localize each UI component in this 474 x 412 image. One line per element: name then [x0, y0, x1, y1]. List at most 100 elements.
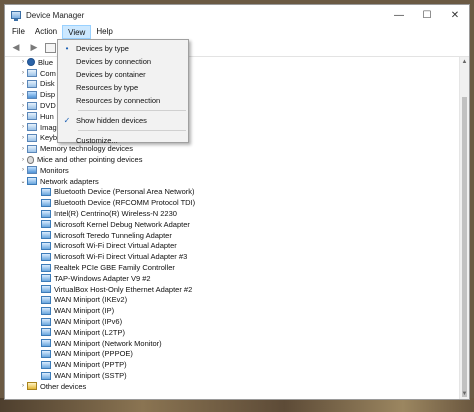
expand-chevron-icon[interactable]: ›: [19, 135, 27, 141]
view-menu-item[interactable]: Customize...: [58, 134, 188, 147]
device-manager-icon: [11, 11, 21, 21]
menu-view[interactable]: View: [62, 25, 92, 39]
menu-help[interactable]: Help: [91, 25, 117, 39]
monitor-icon: [27, 166, 37, 175]
network-adapter-icon: [41, 187, 51, 196]
network-adapter-icon: [41, 274, 51, 283]
expand-chevron-icon[interactable]: ›: [19, 92, 27, 98]
back-arrow-icon[interactable]: ◀: [9, 42, 23, 54]
tree-category-label: Imag: [40, 122, 57, 132]
network-adapter-item[interactable]: WAN Miniport (SSTP): [5, 370, 459, 381]
forward-arrow-icon[interactable]: ▶: [27, 42, 41, 54]
expand-chevron-icon[interactable]: ›: [19, 59, 27, 65]
network-adapter-item[interactable]: WAN Miniport (IP): [5, 305, 459, 316]
network-adapter-icon: [41, 328, 51, 337]
title-bar[interactable]: Device Manager — ☐ ✕: [5, 5, 469, 25]
network-adapter-label: Microsoft Wi-Fi Direct Virtual Adapter #…: [54, 252, 188, 262]
properties-icon[interactable]: [45, 42, 56, 53]
scroll-down-icon[interactable]: ▼: [460, 389, 469, 399]
expand-chevron-icon[interactable]: ›: [19, 81, 27, 87]
collapse-chevron-icon[interactable]: ⌄: [19, 178, 27, 185]
view-menu-item[interactable]: • Devices by type: [58, 42, 188, 55]
network-adapter-label: WAN Miniport (IP): [54, 306, 115, 316]
expand-chevron-icon[interactable]: ›: [19, 167, 27, 173]
expand-chevron-icon[interactable]: ›: [19, 103, 27, 109]
tree-category[interactable]: › Monitors: [5, 165, 459, 176]
tree-category[interactable]: › Mice and other pointing devices: [5, 154, 459, 165]
network-adapter-icon: [41, 198, 51, 207]
expand-chevron-icon[interactable]: ›: [19, 157, 27, 163]
hid-icon: [27, 112, 37, 121]
network-adapter-label: Microsoft Teredo Tunneling Adapter: [54, 230, 172, 240]
network-adapter-icon: [41, 220, 51, 229]
network-adapter-item[interactable]: Intel(R) Centrino(R) Wireless-N 2230: [5, 208, 459, 219]
bluetooth-icon: [27, 58, 35, 67]
warning-icon: [27, 382, 37, 391]
network-adapter-item[interactable]: Bluetooth Device (Personal Area Network): [5, 187, 459, 198]
expand-chevron-icon[interactable]: ›: [19, 146, 27, 152]
tree-category-label: Blue: [38, 57, 54, 67]
tree-category-label: Keyb: [40, 133, 58, 143]
network-adapter-item[interactable]: Microsoft Kernel Debug Network Adapter: [5, 219, 459, 230]
view-menu-item-label: Show hidden devices: [76, 116, 147, 125]
expand-chevron-icon[interactable]: ›: [19, 383, 27, 389]
network-adapter-item[interactable]: WAN Miniport (IKEv2): [5, 295, 459, 306]
checkmark-icon: ✓: [63, 116, 71, 125]
tree-category-label: Other devices: [40, 381, 87, 391]
network-adapter-item[interactable]: Microsoft Wi-Fi Direct Virtual Adapter #…: [5, 251, 459, 262]
network-adapter-item[interactable]: VirtualBox Host-Only Ethernet Adapter #2: [5, 284, 459, 295]
network-adapter-item[interactable]: TAP-Windows Adapter V9 #2: [5, 273, 459, 284]
view-menu-item-label: Resources by connection: [76, 96, 161, 105]
scrollbar-thumb[interactable]: [462, 97, 467, 397]
tree-category-label: Disp: [40, 90, 56, 100]
network-adapter-label: Microsoft Kernel Debug Network Adapter: [54, 219, 190, 229]
network-adapter-item[interactable]: Realtek PCIe GBE Family Controller: [5, 262, 459, 273]
network-adapter-label: WAN Miniport (IPv6): [54, 317, 123, 327]
network-adapter-item[interactable]: Microsoft Teredo Tunneling Adapter: [5, 230, 459, 241]
close-button[interactable]: ✕: [441, 5, 469, 25]
network-adapter-icon: [41, 371, 51, 380]
view-menu-item[interactable]: Resources by type: [58, 81, 188, 94]
expand-chevron-icon[interactable]: ›: [19, 113, 27, 119]
network-adapter-icon: [41, 295, 51, 304]
network-adapter-item[interactable]: WAN Miniport (PPTP): [5, 359, 459, 370]
scroll-up-icon[interactable]: ▲: [460, 57, 469, 67]
network-adapter-item[interactable]: WAN Miniport (Network Monitor): [5, 338, 459, 349]
network-adapter-icon: [41, 285, 51, 294]
network-adapter-icon: [41, 317, 51, 326]
view-menu-item-label: Customize...: [76, 136, 118, 145]
memory-icon: [27, 144, 37, 153]
desktop-background: [0, 398, 474, 412]
expand-chevron-icon[interactable]: ›: [19, 70, 27, 76]
tree-category[interactable]: ⌄ Network adapters: [5, 176, 459, 187]
tree-category-label: Network adapters: [40, 176, 99, 186]
tree-category[interactable]: › Other devices: [5, 381, 459, 392]
network-adapter-label: Realtek PCIe GBE Family Controller: [54, 263, 175, 273]
view-menu-item[interactable]: ✓ Show hidden devices: [58, 114, 188, 127]
network-adapter-icon: [41, 306, 51, 315]
network-adapter-item[interactable]: Microsoft Wi-Fi Direct Virtual Adapter: [5, 241, 459, 252]
expand-chevron-icon[interactable]: ›: [19, 124, 27, 130]
network-adapter-item[interactable]: WAN Miniport (IPv6): [5, 316, 459, 327]
menu-file[interactable]: File: [7, 25, 30, 39]
menu-separator: [78, 110, 186, 111]
network-adapter-item[interactable]: Bluetooth Device (RFCOMM Protocol TDI): [5, 197, 459, 208]
network-adapter-item[interactable]: WAN Miniport (PPPOE): [5, 349, 459, 360]
minimize-button[interactable]: —: [385, 5, 413, 25]
network-adapter-label: WAN Miniport (Network Monitor): [54, 338, 162, 348]
mouse-icon: [27, 155, 34, 164]
network-adapter-icon: [41, 241, 51, 250]
vertical-scrollbar[interactable]: ▲ ▼: [459, 57, 469, 399]
network-adapter-label: TAP-Windows Adapter V9 #2: [54, 273, 151, 283]
network-icon: [27, 177, 37, 186]
network-adapter-label: WAN Miniport (PPPOE): [54, 349, 133, 359]
menu-action[interactable]: Action: [30, 25, 62, 39]
view-menu-item[interactable]: Devices by connection: [58, 55, 188, 68]
network-adapter-item[interactable]: WAN Miniport (L2TP): [5, 327, 459, 338]
maximize-button[interactable]: ☐: [413, 5, 441, 25]
view-menu-item[interactable]: Devices by container: [58, 68, 188, 81]
disk-icon: [27, 79, 37, 88]
network-adapter-icon: [41, 339, 51, 348]
view-menu-item[interactable]: Resources by connection: [58, 94, 188, 107]
menu-bar: File Action View Help: [5, 25, 469, 39]
